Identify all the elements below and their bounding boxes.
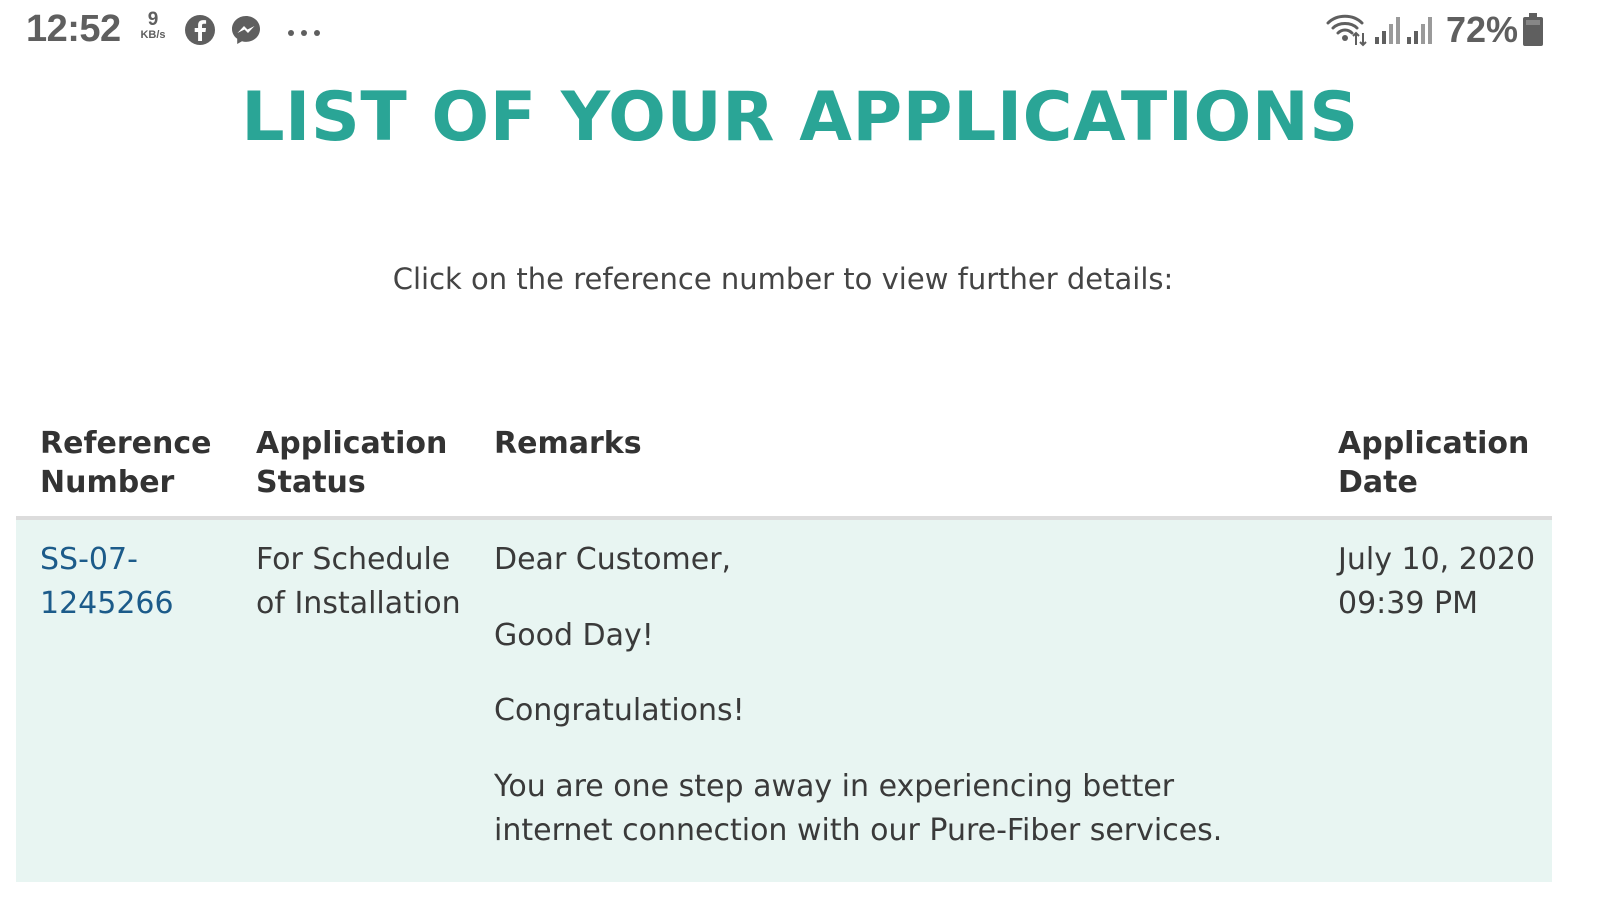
instruction-text: Click on the reference number to view fu…: [392, 262, 1174, 296]
application-status-cell: For Schedule of Installation: [256, 542, 461, 621]
remark-line: Good Day!: [494, 618, 654, 653]
header-application-status: Application Status: [256, 426, 448, 500]
header-application-date: Application Date: [1338, 426, 1530, 500]
status-time: 12:52: [26, 8, 121, 50]
battery-icon: [1522, 13, 1544, 51]
status-bar: 12:52 9 KB/s 72%: [0, 0, 1600, 62]
facebook-icon: [184, 14, 216, 50]
remark-line: You are one step away in experiencing be…: [494, 769, 1223, 848]
header-remarks: Remarks: [494, 426, 642, 461]
battery-percent: 72%: [1446, 9, 1519, 50]
network-speed: 9 KB/s: [134, 10, 172, 41]
reference-number-link[interactable]: SS-07-1245266: [40, 538, 220, 626]
network-speed-value: 9: [147, 9, 159, 30]
page-title: LIST OF YOUR APPLICATIONS: [241, 78, 1359, 157]
signal-icon: [1406, 15, 1434, 49]
header-reference-number: Reference Number: [40, 426, 212, 500]
application-date-cell: July 10, 2020 09:39 PM: [1338, 542, 1536, 621]
network-speed-unit: KB/s: [140, 29, 166, 41]
remark-line: Dear Customer,: [494, 542, 732, 577]
more-dots-icon: [286, 23, 322, 42]
remark-line: Congratulations!: [494, 693, 745, 728]
wifi-icon: [1326, 13, 1368, 51]
signal-icon: [1374, 15, 1402, 49]
messenger-icon: [230, 14, 262, 50]
